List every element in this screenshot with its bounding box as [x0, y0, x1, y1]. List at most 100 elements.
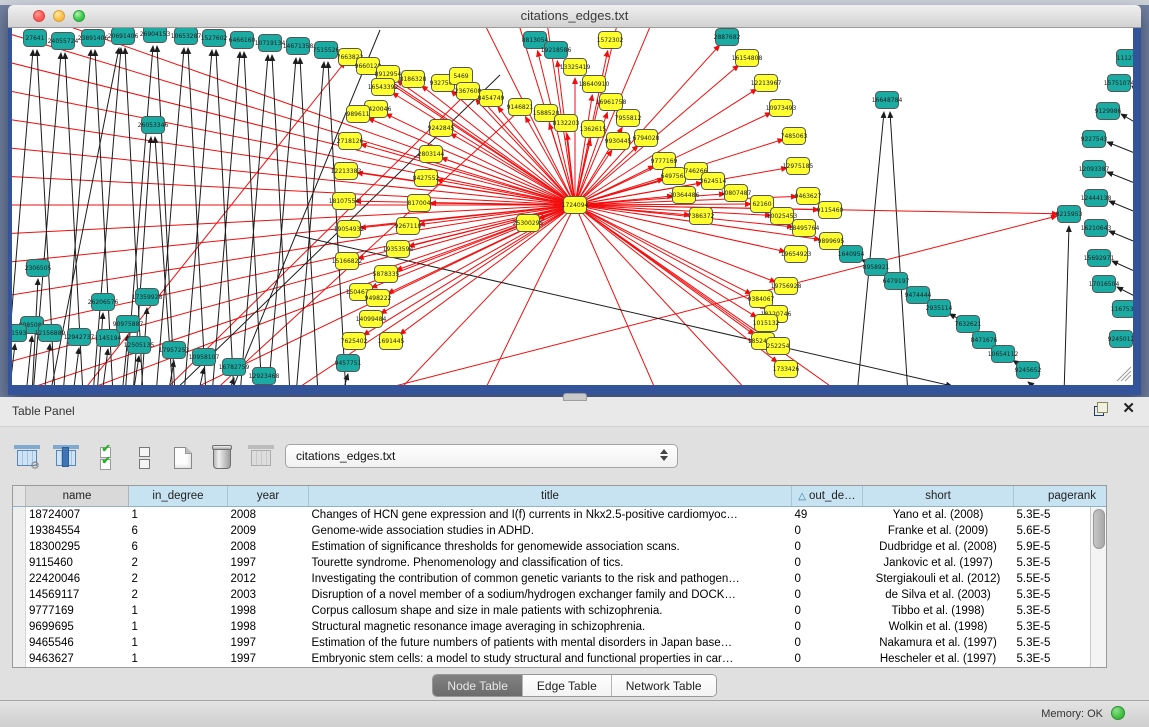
- graph-node[interactable]: 12213967: [751, 75, 782, 92]
- cell-short[interactable]: Wolkin et al. (1998): [863, 619, 1014, 635]
- window-titlebar[interactable]: citations_edges.txt: [8, 5, 1141, 28]
- graph-node[interactable]: 2306505: [25, 260, 52, 277]
- cell-short[interactable]: Franke et al. (2009): [863, 523, 1014, 539]
- graph-node[interactable]: 27641: [24, 30, 47, 47]
- network-view[interactable]: 1724094276412405572423891406206914062690…: [12, 28, 1133, 385]
- graph-node[interactable]: 19353594: [383, 241, 414, 258]
- cell-year[interactable]: 2008: [228, 539, 309, 555]
- graph-node[interactable]: 7485063: [781, 128, 808, 145]
- graph-node[interactable]: 6497568: [661, 168, 688, 185]
- graph-node[interactable]: 10654112: [988, 346, 1019, 363]
- graph-node[interactable]: 252254: [767, 338, 790, 355]
- graph-node[interactable]: 5878335: [373, 266, 400, 283]
- table-row[interactable]: 2242004622012Investigating the contribut…: [13, 571, 1107, 587]
- cell-year[interactable]: 1998: [228, 603, 309, 619]
- graph-node[interactable]: 9115460: [817, 202, 844, 219]
- cell-in-degree[interactable]: 1: [129, 651, 228, 667]
- graph-node[interactable]: 111278: [1117, 50, 1134, 67]
- graph-node[interactable]: 3624514: [700, 173, 727, 190]
- select-column-icon[interactable]: [53, 445, 79, 471]
- close-panel-icon[interactable]: ✕: [1122, 402, 1135, 416]
- graph-node[interactable]: 14671358: [283, 38, 314, 55]
- cell-in-degree[interactable]: 2: [129, 555, 228, 571]
- graph-node[interactable]: 12923468: [249, 368, 280, 385]
- cell-out-de-[interactable]: 0: [792, 523, 863, 539]
- cell-title[interactable]: Disruption of a novel member of a sodium…: [309, 587, 792, 603]
- graph-node[interactable]: 9242845: [428, 120, 455, 137]
- graph-node[interactable]: 9457751: [335, 355, 362, 372]
- graph-node[interactable]: 2935114: [926, 300, 953, 317]
- cell-title[interactable]: Estimation of significance thresholds fo…: [309, 539, 792, 555]
- graph-node[interactable]: 10973493: [766, 100, 797, 117]
- graph-node[interactable]: 9227543: [1081, 131, 1108, 148]
- graph-node[interactable]: 9498222: [365, 290, 392, 307]
- graph-node[interactable]: 9474444: [905, 287, 932, 304]
- graph-node[interactable]: 26053346: [138, 117, 169, 134]
- graph-node[interactable]: 24055724: [48, 33, 79, 50]
- graph-node[interactable]: 9146821: [507, 99, 534, 116]
- graph-node[interactable]: 1572302: [597, 32, 624, 49]
- graph-node[interactable]: 15692971: [1084, 250, 1115, 267]
- memory-ok-icon[interactable]: [1111, 706, 1125, 720]
- graph-node[interactable]: 12505135: [124, 337, 155, 354]
- table-row[interactable]: 1830029562008Estimation of significance …: [13, 539, 1107, 555]
- cell-name[interactable]: 19384554: [26, 523, 129, 539]
- graph-node[interactable]: 14099484: [356, 311, 387, 328]
- graph-node[interactable]: 18107554: [329, 193, 360, 210]
- graph-node[interactable]: 331593: [12, 325, 27, 342]
- graph-node[interactable]: 9245012: [1108, 331, 1133, 348]
- graph-node[interactable]: 2718126: [337, 133, 364, 150]
- cell-in-degree[interactable]: 6: [129, 539, 228, 555]
- graph-node[interactable]: 9267110: [395, 218, 422, 235]
- table-selector-combobox[interactable]: citations_edges.txt: [285, 444, 678, 468]
- graph-node[interactable]: 10807487: [721, 185, 752, 202]
- cell-in-degree[interactable]: 2: [129, 587, 228, 603]
- tab-node-table[interactable]: Node Table: [433, 675, 523, 696]
- column-header-pagerank[interactable]: pagerank: [1014, 486, 1108, 507]
- graph-node[interactable]: 1527602: [201, 30, 228, 47]
- graph-node[interactable]: 9129986: [1095, 103, 1122, 120]
- cell-short[interactable]: Stergiakouli et al. (2012): [863, 571, 1014, 587]
- graph-node[interactable]: 1691445: [378, 333, 405, 350]
- cell-in-degree[interactable]: 2: [129, 571, 228, 587]
- cell-short[interactable]: Dudbridge et al. (2008): [863, 539, 1014, 555]
- cell-short[interactable]: Nakamura et al. (1997): [863, 635, 1014, 651]
- cell-short[interactable]: Tibbo et al. (1998): [863, 603, 1014, 619]
- graph-node[interactable]: 7625402: [341, 333, 368, 350]
- graph-node[interactable]: 1640954: [838, 246, 865, 263]
- cell-title[interactable]: Tourette syndrome. Phenomenology and cla…: [309, 555, 792, 571]
- graph-node[interactable]: 989611: [347, 106, 370, 123]
- cell-out-de-[interactable]: 0: [792, 603, 863, 619]
- graph-node[interactable]: 9930445: [605, 133, 632, 150]
- graph-node[interactable]: 2887682: [714, 29, 741, 46]
- graph-node[interactable]: 17016504: [1089, 276, 1120, 293]
- cell-name[interactable]: 9115460: [26, 555, 129, 571]
- cell-name[interactable]: 18724007: [26, 507, 129, 524]
- cell-year[interactable]: 1997: [228, 651, 309, 667]
- graph-node[interactable]: 20691406: [108, 28, 139, 45]
- graph-node[interactable]: 19218586: [541, 42, 572, 59]
- table-settings-icon[interactable]: ⚙: [14, 445, 40, 471]
- graph-node[interactable]: 6794028: [633, 130, 660, 147]
- cell-in-degree[interactable]: 1: [129, 619, 228, 635]
- graph-node[interactable]: 13325419: [560, 59, 591, 76]
- cell-year[interactable]: 2009: [228, 523, 309, 539]
- cell-name[interactable]: 9463627: [26, 651, 129, 667]
- graph-node[interactable]: 12093387: [1079, 161, 1110, 178]
- tab-edge-table[interactable]: Edge Table: [523, 675, 612, 696]
- delete-attribute-icon[interactable]: [209, 445, 235, 471]
- new-attribute-icon[interactable]: [170, 445, 196, 471]
- graph-node[interactable]: 1362615: [580, 121, 607, 138]
- cell-out-de-[interactable]: 0: [792, 571, 863, 587]
- column-header-year[interactable]: year: [228, 486, 309, 507]
- cell-out-de-[interactable]: 0: [792, 555, 863, 571]
- graph-node[interactable]: 19654923: [781, 246, 812, 263]
- cell-title[interactable]: Changes of HCN gene expression and I(f) …: [309, 507, 792, 524]
- graph-node[interactable]: 7632621: [955, 316, 982, 333]
- graph-node[interactable]: 8186328: [400, 71, 427, 88]
- graph-node[interactable]: 8454749: [478, 90, 505, 107]
- graph-node[interactable]: 7515526: [313, 42, 340, 59]
- graph-node[interactable]: 12213383: [331, 163, 362, 180]
- cell-year[interactable]: 1997: [228, 555, 309, 571]
- graph-node[interactable]: 18495764: [789, 220, 820, 237]
